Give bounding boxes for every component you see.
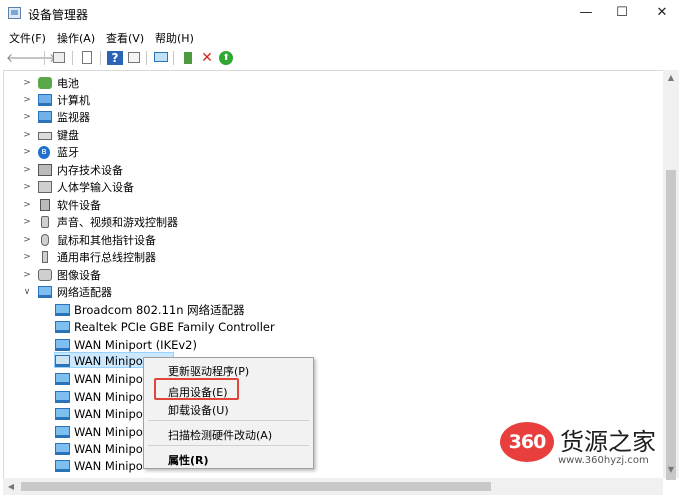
menu-file[interactable]: 文件(F) xyxy=(9,30,46,46)
expand-chevron-icon[interactable]: > xyxy=(22,232,32,249)
menu-item-properties[interactable]: 属性(R) xyxy=(168,452,209,468)
help-icon[interactable]: ? xyxy=(107,51,123,65)
enable-device-icon[interactable]: ⬆ xyxy=(219,51,233,65)
network-adapter-icon xyxy=(55,304,70,316)
watermark-title: 货源之家 xyxy=(560,428,656,456)
collapse-chevron-icon[interactable]: ∨ xyxy=(22,284,32,301)
highlight-box xyxy=(154,378,239,400)
back-arrow-icon[interactable]: 🡐 xyxy=(6,50,38,66)
expand-chevron-icon[interactable]: > xyxy=(22,144,32,161)
toolbar: 🡐 🡒 ? ✕ ⬆ xyxy=(0,48,682,68)
expand-chevron-icon[interactable]: > xyxy=(22,162,32,179)
battery-icon xyxy=(38,77,52,89)
expand-chevron-icon[interactable]: > xyxy=(22,75,32,92)
title-bar: 设备管理器 — ☐ ✕ xyxy=(0,0,682,26)
menu-item-uninstall-device[interactable]: 卸载设备(U) xyxy=(168,402,229,418)
toolbar-separator xyxy=(173,51,174,65)
uninstall-icon[interactable]: ✕ xyxy=(199,50,215,66)
network-adapter-icon xyxy=(55,460,70,472)
menu-view[interactable]: 查看(V) xyxy=(106,30,144,46)
scroll-left-icon[interactable]: ◀ xyxy=(3,478,19,495)
scan-hardware-icon[interactable] xyxy=(153,50,169,66)
horizontal-scrollbar[interactable]: ◀ xyxy=(3,478,663,495)
toolbar-separator xyxy=(100,51,101,65)
menu-item-update-driver[interactable]: 更新驱动程序(P) xyxy=(168,363,249,379)
context-menu: 更新驱动程序(P) 启用设备(E) 卸载设备(U) 扫描检测硬件改动(A) 属性… xyxy=(143,357,314,469)
network-adapter-icon xyxy=(55,408,70,420)
maximize-button[interactable]: ☐ xyxy=(604,0,640,26)
watermark-url: www.360hyzj.com xyxy=(558,455,649,466)
expand-chevron-icon[interactable]: > xyxy=(22,109,32,126)
scroll-up-icon[interactable]: ▲ xyxy=(663,70,679,86)
disabled-network-adapter-icon xyxy=(55,355,70,367)
network-adapter-icon xyxy=(55,339,70,351)
network-adapter-icon xyxy=(38,286,52,298)
watermark: 360 货源之家 www.360hyzj.com xyxy=(500,422,682,476)
show-hide-console-tree-icon[interactable] xyxy=(51,50,67,66)
sound-icon xyxy=(41,216,49,228)
expand-chevron-icon[interactable]: > xyxy=(22,214,32,231)
computer-icon xyxy=(38,94,52,106)
expand-chevron-icon[interactable]: > xyxy=(22,267,32,284)
monitor-icon xyxy=(38,111,52,123)
forward-arrow-icon[interactable]: 🡒 xyxy=(24,50,56,66)
expand-chevron-icon[interactable]: > xyxy=(22,249,32,266)
properties-icon[interactable] xyxy=(79,50,95,66)
watermark-logo: 360 xyxy=(500,422,554,462)
network-adapter-icon xyxy=(55,443,70,455)
software-device-icon xyxy=(40,199,50,211)
vertical-scrollbar[interactable]: ▲ ▼ xyxy=(663,70,679,480)
network-adapter-icon xyxy=(55,391,70,403)
keyboard-icon xyxy=(38,132,52,140)
scroll-thumb-horizontal[interactable] xyxy=(21,482,491,491)
expand-chevron-icon[interactable]: > xyxy=(22,92,32,109)
toolbar-separator xyxy=(44,51,45,65)
expand-chevron-icon[interactable]: > xyxy=(22,179,32,196)
menu-action[interactable]: 操作(A) xyxy=(57,30,95,46)
expand-chevron-icon[interactable]: > xyxy=(22,127,32,144)
network-adapter-icon xyxy=(55,373,70,385)
camera-icon xyxy=(38,269,52,281)
window-title: 设备管理器 xyxy=(28,8,89,22)
expand-chevron-icon[interactable]: > xyxy=(22,197,32,214)
close-button[interactable]: ✕ xyxy=(644,0,680,26)
menu-separator xyxy=(148,445,309,446)
memory-icon xyxy=(38,164,52,176)
hid-icon xyxy=(38,181,52,193)
action-pane-icon[interactable] xyxy=(126,50,142,66)
toolbar-separator xyxy=(72,51,73,65)
usb-icon xyxy=(42,251,48,263)
toolbar-separator xyxy=(146,51,147,65)
device-tree: > 电池 > 计算机 > 监视器 > 键盘 > ʙ 蓝牙 > 内存技术设备 > … xyxy=(3,70,664,479)
device-manager-icon xyxy=(8,7,21,19)
mouse-icon xyxy=(41,234,49,246)
network-adapter-icon xyxy=(55,426,70,438)
menu-help[interactable]: 帮助(H) xyxy=(155,30,194,46)
menu-separator xyxy=(148,420,309,421)
minimize-button[interactable]: — xyxy=(568,0,604,26)
update-driver-icon[interactable] xyxy=(180,50,196,66)
bluetooth-icon: ʙ xyxy=(38,146,50,159)
menu-item-scan-hardware[interactable]: 扫描检测硬件改动(A) xyxy=(168,427,272,443)
network-adapter-icon xyxy=(55,321,70,333)
